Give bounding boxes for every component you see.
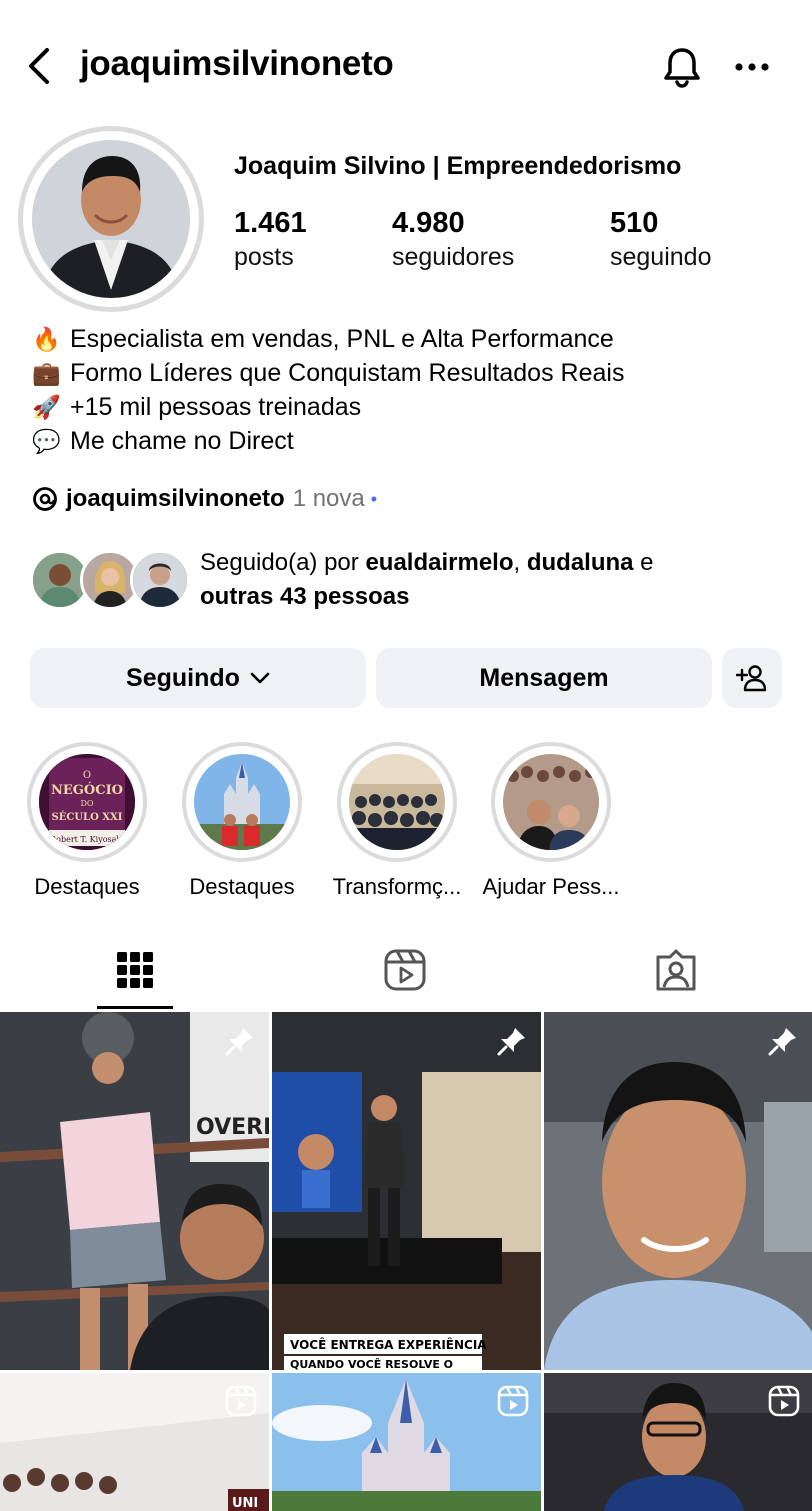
tab-posts-grid[interactable]	[65, 930, 205, 1010]
post-thumbnail[interactable]: UNI	[0, 1373, 269, 1511]
add-person-icon	[736, 665, 767, 692]
bio-line: 🚀 +15 mil pessoas treinadas	[32, 390, 624, 424]
highlight-cover	[503, 754, 599, 850]
post-caption-line: QUANDO VOCÊ RESOLVE O	[290, 1358, 453, 1370]
highlight-label: Destaques	[189, 874, 295, 899]
pin-icon	[225, 1028, 253, 1056]
highlight-item[interactable]: O NEGÓCIO DO SÉCULO XXI Robert T. Kiyosa…	[12, 742, 162, 900]
tab-tagged[interactable]	[606, 930, 746, 1010]
reel-icon	[225, 1385, 257, 1417]
message-button-label: Mensagem	[479, 663, 609, 692]
notifications-button[interactable]	[656, 42, 708, 92]
highlight-ring	[491, 742, 611, 862]
highlight-cover	[349, 754, 445, 850]
threads-link[interactable]: joaquimsilvinoneto 1 nova •	[32, 482, 377, 516]
post-thumbnail[interactable]	[544, 1012, 812, 1370]
active-tab-indicator	[97, 1006, 173, 1009]
more-options-button[interactable]	[726, 42, 778, 92]
profile-avatar-ring[interactable]	[18, 126, 204, 312]
following-button[interactable]: Seguindo	[30, 648, 366, 708]
highlight-ring	[182, 742, 302, 862]
avatar	[130, 550, 190, 610]
threads-badge: 1 nova	[292, 485, 365, 512]
fire-icon: 🔥	[32, 326, 61, 352]
book-title-line: DO	[81, 799, 94, 808]
message-button[interactable]: Mensagem	[376, 648, 712, 708]
briefcase-icon: 💼	[32, 360, 61, 386]
pin-icon	[768, 1028, 796, 1056]
bio-line: 💬 Me chame no Direct	[32, 424, 624, 458]
threads-icon	[33, 487, 57, 511]
book-title-line: NEGÓCIO	[51, 781, 123, 798]
followed-by-user[interactable]: dudaluna	[527, 549, 634, 576]
bio-text: Me chame no Direct	[70, 427, 294, 455]
back-button[interactable]	[18, 44, 58, 88]
highlight-cover: O NEGÓCIO DO SÉCULO XXI Robert T. Kiyosa…	[39, 754, 135, 850]
stat-followers-label: seguidores	[392, 243, 515, 271]
rocket-icon: 🚀	[32, 394, 61, 420]
stat-following-label: seguindo	[610, 243, 712, 271]
stat-following[interactable]: 510 seguindo	[610, 206, 711, 274]
book-title-line: O	[83, 770, 91, 781]
stat-posts-value: 1.461	[234, 207, 307, 239]
post-thumbnail[interactable]	[544, 1373, 812, 1511]
bell-icon	[664, 48, 700, 88]
post-caption-line: VOCÊ ENTREGA EXPERIÊNCIA	[290, 1337, 487, 1352]
post-thumbnail[interactable]: OVERNO D	[0, 1012, 269, 1370]
stat-following-value: 510	[610, 207, 659, 239]
followed-by-user[interactable]: eualdairmelo	[365, 549, 513, 576]
followed-by-text[interactable]: Seguido(a) por eualdairmelo, dudaluna e …	[200, 546, 760, 614]
suggest-people-button[interactable]	[722, 648, 782, 708]
chevron-down-icon	[250, 672, 270, 684]
tagged-icon	[656, 949, 696, 991]
highlight-item[interactable]: Transformç...	[322, 742, 472, 900]
highlight-label: Ajudar Pess...	[482, 874, 620, 899]
stat-followers[interactable]: 4.980 seguidores	[392, 206, 514, 274]
bio-line: 🔥 Especialista em vendas, PNL e Alta Per…	[32, 322, 624, 356]
followed-by-prefix: Seguido(a) por	[200, 549, 366, 576]
post-thumbnail[interactable]: VOCÊ ENTREGA EXPERIÊNCIA QUANDO VOCÊ RES…	[272, 1012, 541, 1370]
highlight-ring	[337, 742, 457, 862]
profile-bio: 🔥 Especialista em vendas, PNL e Alta Per…	[32, 322, 624, 458]
threads-handle: joaquimsilvinoneto	[66, 485, 285, 512]
more-dots-icon	[735, 63, 769, 71]
threads-new-dot: •	[370, 488, 378, 509]
reel-icon	[497, 1385, 529, 1417]
profile-username: joaquimsilvinoneto	[80, 44, 394, 83]
stat-posts[interactable]: 1.461 posts	[234, 206, 307, 274]
highlight-label: Transformç...	[332, 874, 462, 899]
reels-icon	[384, 949, 426, 991]
book-title-line: SÉCULO XXI	[52, 811, 123, 823]
post-thumbnail[interactable]	[272, 1373, 541, 1511]
mutual-followers-avatars[interactable]	[30, 550, 190, 612]
pin-icon	[497, 1028, 525, 1056]
book-author: Robert T. Kiyosaki	[50, 835, 124, 844]
speech-bubble-icon: 💬	[32, 428, 61, 454]
bio-line: 💼 Formo Líderes que Conquistam Resultado…	[32, 356, 624, 390]
top-bar: joaquimsilvinoneto	[0, 0, 812, 130]
followed-by-conjunction: e	[633, 549, 654, 576]
tab-reels[interactable]	[335, 930, 475, 1010]
reel-icon	[768, 1385, 800, 1417]
highlight-item[interactable]: Ajudar Pess...	[476, 742, 626, 900]
bio-text: Formo Líderes que Conquistam Resultados …	[70, 359, 625, 387]
highlight-label: Destaques	[34, 874, 140, 899]
highlight-cover	[194, 754, 290, 850]
profile-tabs	[0, 930, 812, 1012]
grid-icon	[117, 952, 153, 988]
followed-by-others[interactable]: outras 43 pessoas	[200, 583, 409, 610]
highlight-item[interactable]: Destaques	[167, 742, 317, 900]
profile-display-name: Joaquim Silvino | Empreendedorismo	[234, 152, 682, 180]
bio-text: +15 mil pessoas treinadas	[70, 393, 362, 421]
stat-followers-value: 4.980	[392, 207, 465, 239]
followed-by-separator: ,	[513, 549, 527, 576]
following-button-label: Seguindo	[126, 663, 240, 692]
post-overlay-text: UNI	[232, 1496, 258, 1511]
stat-posts-label: posts	[234, 243, 294, 271]
back-arrow-icon	[29, 48, 49, 84]
post-overlay-text: OVERNO D	[196, 1115, 269, 1140]
profile-avatar	[32, 140, 190, 298]
bio-text: Especialista em vendas, PNL e Alta Perfo…	[70, 325, 614, 353]
highlight-ring: O NEGÓCIO DO SÉCULO XXI Robert T. Kiyosa…	[27, 742, 147, 862]
